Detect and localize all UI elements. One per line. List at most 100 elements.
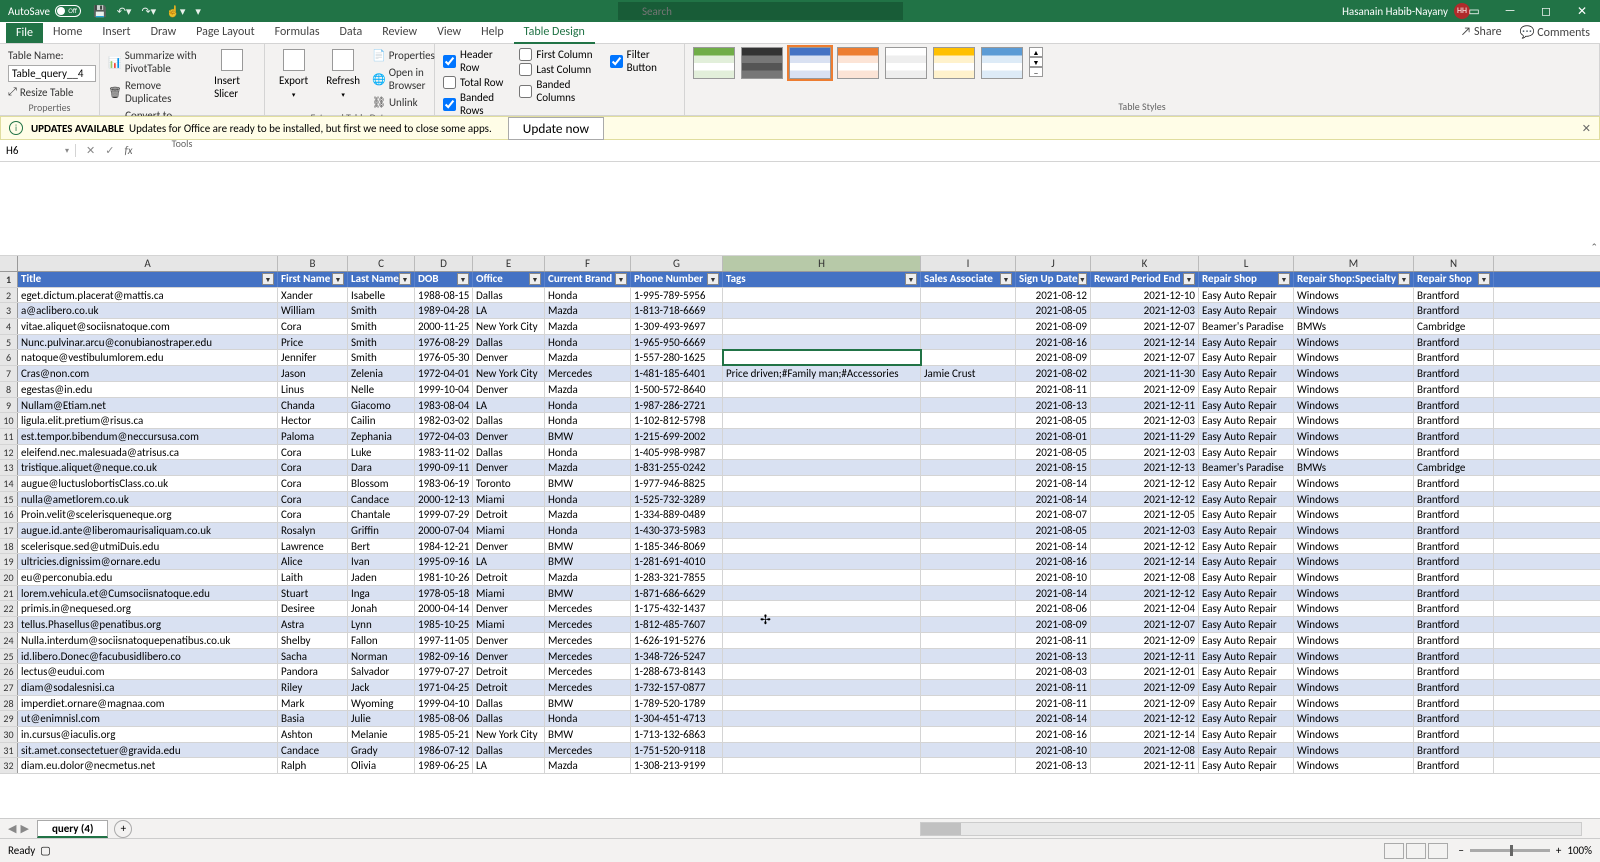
col-header[interactable]: L [1199,256,1294,271]
cell[interactable]: Honda [545,711,631,726]
cell[interactable]: 2021-12-03 [1091,445,1199,460]
cell[interactable]: Detroit [473,570,545,585]
cell[interactable]: Windows [1294,664,1414,679]
row-header[interactable]: 14 [0,476,18,491]
cell[interactable]: Easy Auto Repair [1199,539,1294,554]
cell[interactable]: Jaden [348,570,415,585]
cell[interactable]: eleifend.nec.malesuada@atrisus.ca [18,445,278,460]
cell[interactable]: Brantford [1414,554,1494,569]
cell[interactable] [723,617,921,632]
cell[interactable]: 1-215-699-2002 [631,429,723,444]
cell[interactable] [723,539,921,554]
cell[interactable]: Candace [348,492,415,507]
cell[interactable]: 2021-08-11 [1016,696,1091,711]
cell[interactable]: 2021-11-30 [1091,366,1199,381]
cell[interactable]: Miami [473,492,545,507]
cell[interactable]: 1982-09-16 [415,649,473,664]
cell[interactable]: Pandora [278,664,348,679]
cell[interactable] [723,570,921,585]
row-header[interactable]: 13 [0,460,18,475]
cell[interactable]: 2021-08-14 [1016,539,1091,554]
cell[interactable]: 1-288-673-8143 [631,664,723,679]
minimize-icon[interactable]: — [1492,0,1528,22]
cell[interactable]: Honda [545,335,631,350]
cell[interactable]: Dallas [473,743,545,758]
cell[interactable] [723,492,921,507]
cell[interactable]: 2021-12-10 [1091,288,1199,303]
cell[interactable]: Mercedes [545,617,631,632]
cell[interactable] [723,523,921,538]
cell[interactable]: Stuart [278,586,348,601]
cell[interactable]: Windows [1294,492,1414,507]
cell[interactable] [723,680,921,695]
row-header[interactable]: 19 [0,554,18,569]
cell[interactable]: Easy Auto Repair [1199,303,1294,318]
chk-header-row[interactable]: Header Row [443,48,513,74]
save-icon[interactable]: 💾 [93,5,107,18]
cell[interactable]: 2021-08-06 [1016,601,1091,616]
row-header[interactable]: 27 [0,680,18,695]
cell[interactable]: Windows [1294,539,1414,554]
cell[interactable]: Mazda [545,507,631,522]
cell[interactable]: Denver [473,460,545,475]
cell[interactable]: tellus.Phasellus@penatibus.org [18,617,278,632]
cell[interactable]: Easy Auto Repair [1199,617,1294,632]
cell[interactable]: Ralph [278,758,348,773]
chk-first-col[interactable]: First Column [519,48,603,61]
cell[interactable]: augue.id.ante@liberomaurisaliquam.co.uk [18,523,278,538]
cell[interactable] [921,507,1016,522]
tab-insert[interactable]: Insert [92,22,140,44]
cell[interactable]: Brantford [1414,445,1494,460]
cell[interactable]: Mark [278,696,348,711]
cell[interactable]: 2021-08-05 [1016,445,1091,460]
cell[interactable] [723,649,921,664]
cell[interactable] [921,319,1016,334]
cell[interactable]: LA [473,554,545,569]
cell[interactable]: Brantford [1414,398,1494,413]
col-header[interactable]: K [1091,256,1199,271]
cell[interactable]: Blossom [348,476,415,491]
cell[interactable]: 2021-08-02 [1016,366,1091,381]
cell[interactable]: Brantford [1414,539,1494,554]
cell[interactable]: 1983-08-04 [415,398,473,413]
cell[interactable]: Brantford [1414,680,1494,695]
cell[interactable]: Dara [348,460,415,475]
cell[interactable]: Easy Auto Repair [1199,476,1294,491]
cell[interactable]: Smith [348,350,415,365]
cell[interactable] [723,303,921,318]
cell[interactable]: Dallas [473,445,545,460]
cell[interactable]: 1986-07-12 [415,743,473,758]
cell[interactable]: Easy Auto Repair [1199,398,1294,413]
cell[interactable]: vitae.aliquet@sociisnatoque.com [18,319,278,334]
col-header[interactable]: I [921,256,1016,271]
cell[interactable] [921,413,1016,428]
cell[interactable]: 1-813-718-6669 [631,303,723,318]
cell[interactable]: New York City [473,727,545,742]
cell[interactable]: Cora [278,460,348,475]
cell[interactable]: LA [473,758,545,773]
share-button[interactable]: ↗ Share [1461,25,1502,40]
view-break-icon[interactable] [1428,843,1448,859]
cell[interactable]: BMW [545,429,631,444]
cell[interactable]: Denver [473,350,545,365]
cell[interactable]: Sacha [278,649,348,664]
cell[interactable]: Hector [278,413,348,428]
tab-draw[interactable]: Draw [141,22,187,44]
zoom-control[interactable]: − + 100% [1458,844,1592,857]
recorder-icon[interactable]: ▢ [40,844,50,857]
cell[interactable]: 1-481-185-6401 [631,366,723,381]
row-header[interactable]: 20 [0,570,18,585]
cell[interactable]: 2021-12-09 [1091,382,1199,397]
style-thumb[interactable] [933,47,975,79]
cell[interactable]: 2021-08-14 [1016,476,1091,491]
cell[interactable]: 2021-08-13 [1016,398,1091,413]
sheet-tab-active[interactable]: query (4) [37,820,108,838]
cell[interactable]: Easy Auto Repair [1199,727,1294,742]
cell[interactable]: Windows [1294,711,1414,726]
zoom-slider[interactable] [1470,849,1550,852]
cell[interactable] [723,633,921,648]
cell[interactable]: Brantford [1414,350,1494,365]
cell[interactable] [921,492,1016,507]
cell[interactable]: Nulla.interdum@sociisnatoquepenatibus.co… [18,633,278,648]
cell[interactable]: 2021-12-09 [1091,696,1199,711]
